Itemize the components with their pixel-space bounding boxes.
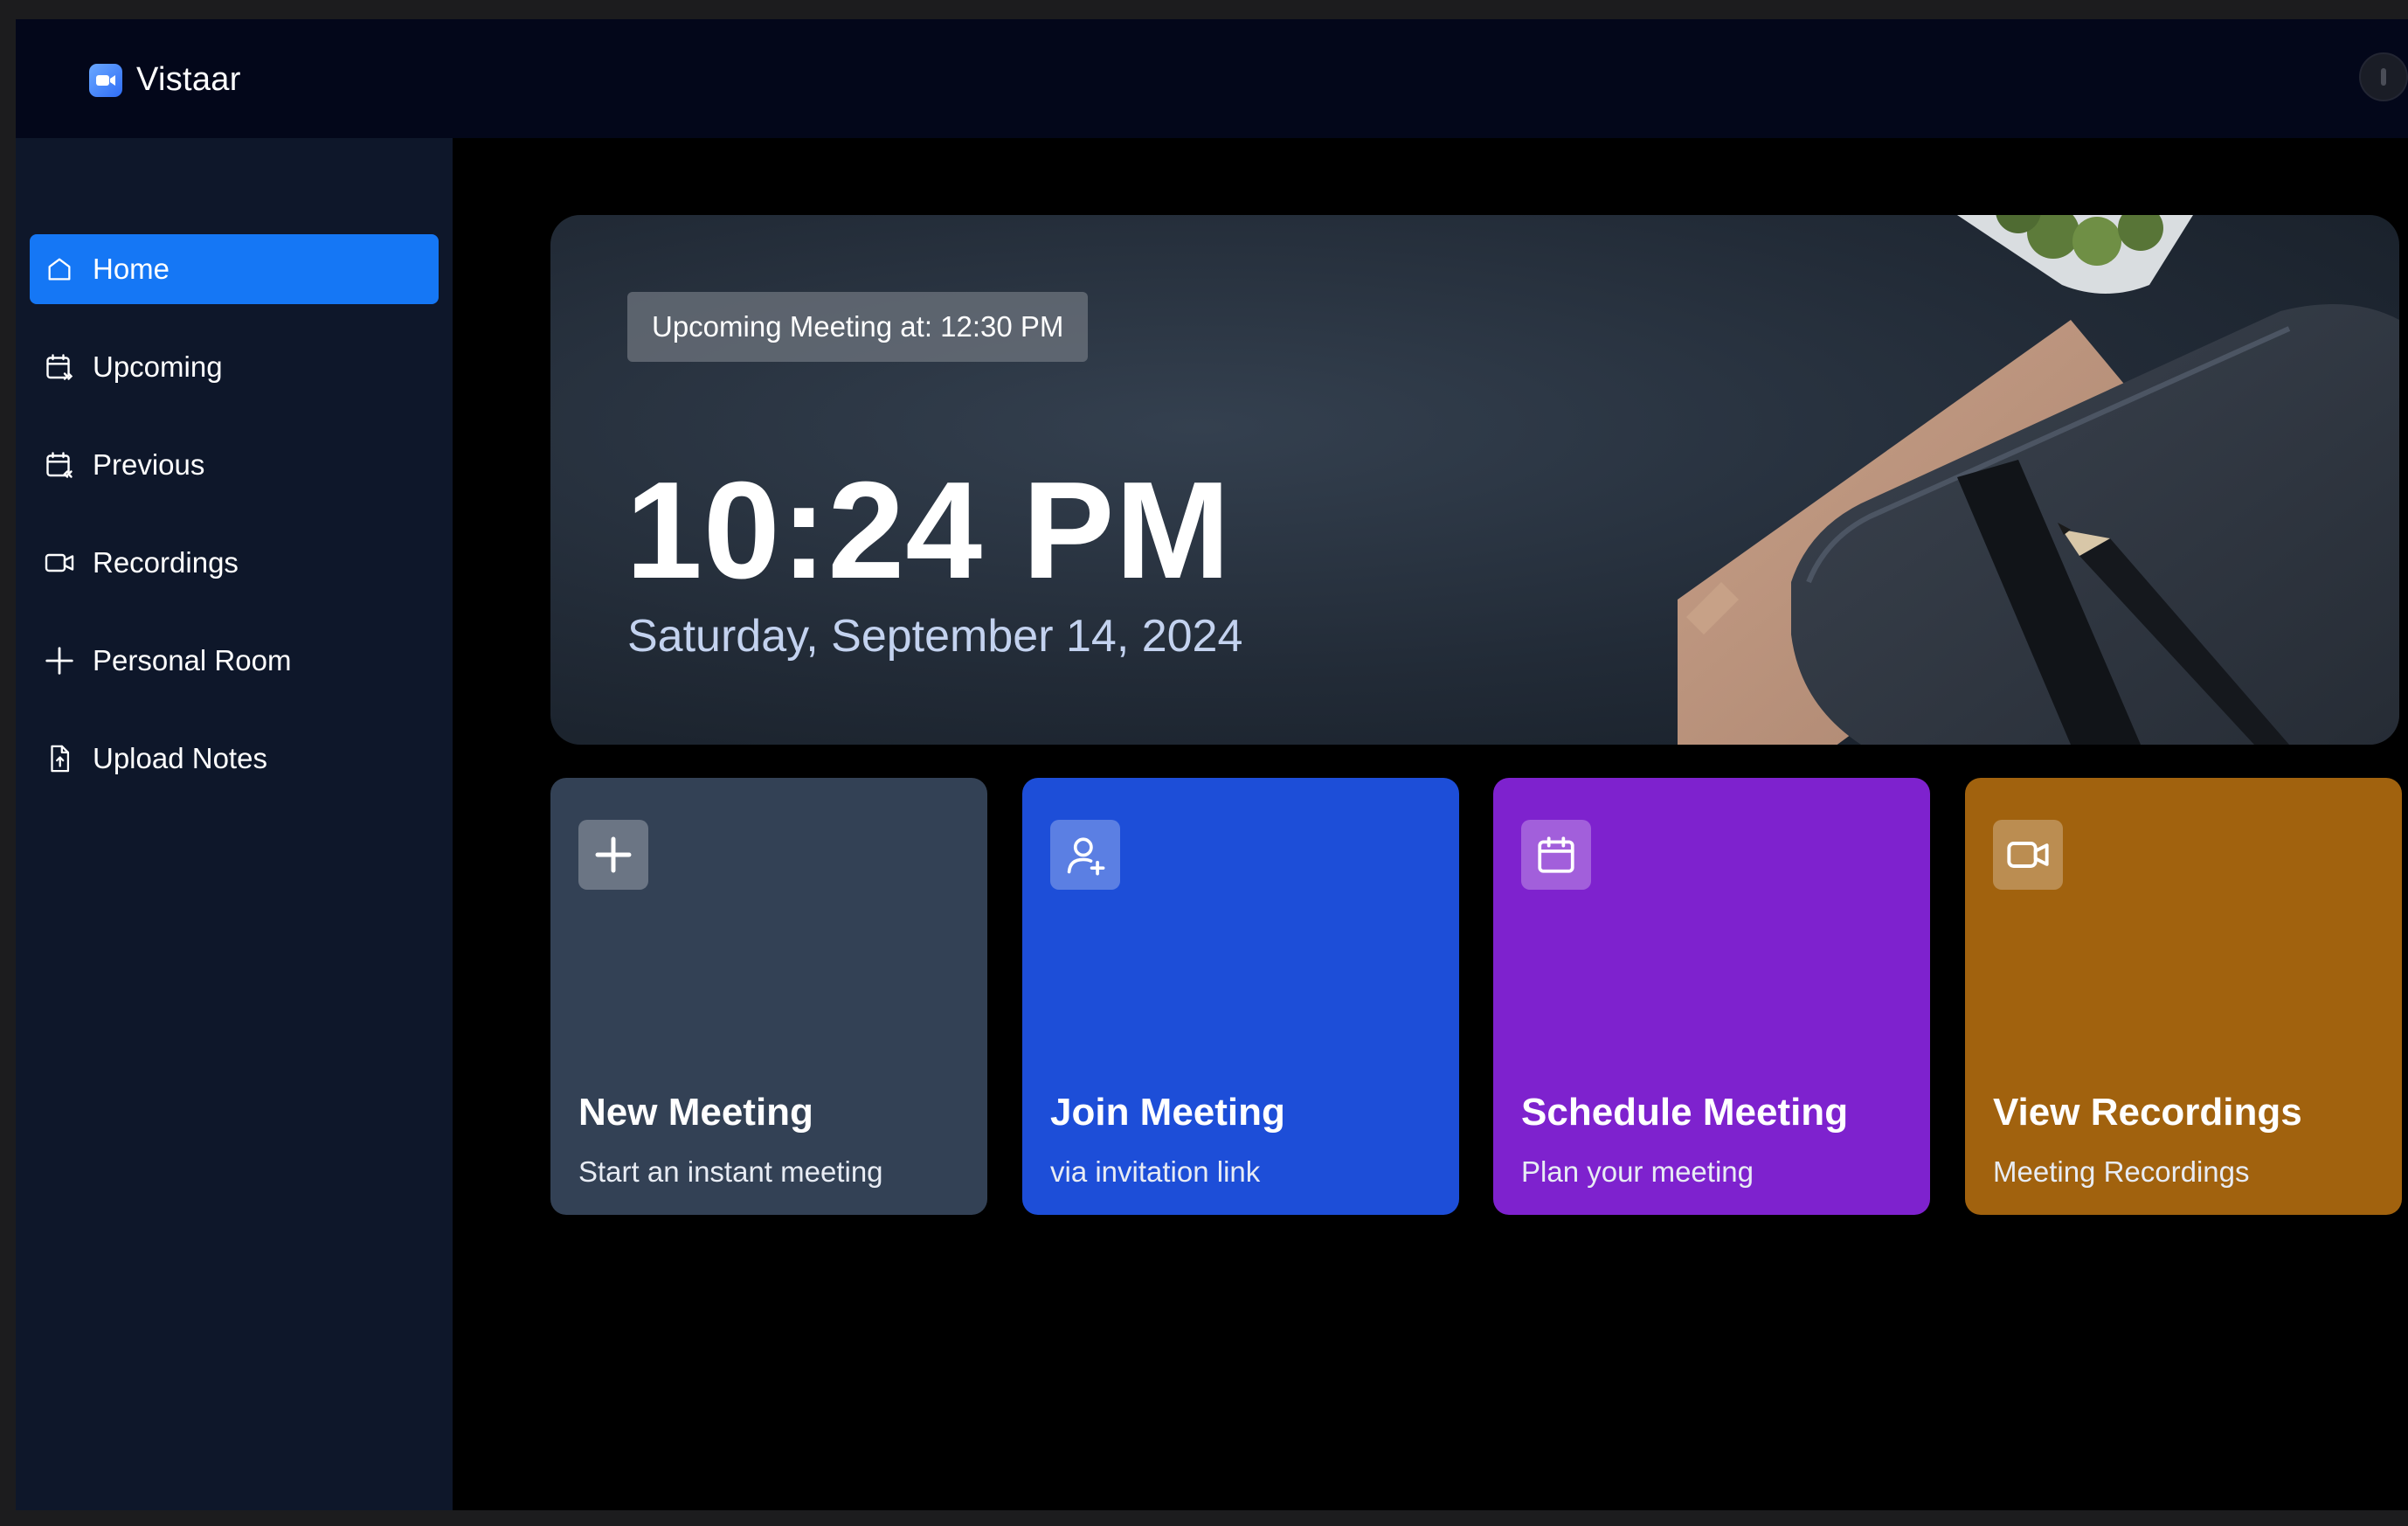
sidebar-item-upcoming[interactable]: Upcoming (30, 332, 439, 402)
user-plus-icon (1050, 820, 1120, 890)
new-meeting-card[interactable]: New Meeting Start an instant meeting (550, 778, 987, 1215)
top-bar: Vistaar (16, 19, 2408, 138)
current-time: 10:24 PM (626, 454, 1232, 607)
join-meeting-card[interactable]: Join Meeting via invitation link (1022, 778, 1459, 1215)
card-title: Join Meeting (1050, 1091, 1285, 1134)
app-name: Vistaar (136, 61, 241, 98)
card-subtitle: Plan your meeting (1521, 1155, 1754, 1188)
calendar-forward-icon (42, 350, 77, 385)
sidebar-item-upload-notes[interactable]: Upload Notes (30, 724, 439, 794)
sidebar-item-label: Upload Notes (93, 742, 267, 774)
sidebar: Home Upcoming Previous Recordings Person… (16, 138, 453, 1510)
sidebar-item-label: Upcoming (93, 350, 223, 383)
sidebar-item-home[interactable]: Home (30, 234, 439, 304)
card-subtitle: via invitation link (1050, 1155, 1261, 1188)
card-title: View Recordings (1993, 1091, 2302, 1134)
window-frame: Vistaar Home Upcoming Previous Recording… (0, 0, 2408, 1526)
card-title: New Meeting (578, 1091, 813, 1134)
brand[interactable]: Vistaar (89, 61, 241, 99)
video-logo-icon (89, 63, 122, 97)
video-icon (42, 545, 77, 580)
sidebar-item-recordings[interactable]: Recordings (30, 528, 439, 598)
plus-icon (578, 820, 648, 890)
avatar-silhouette-icon (2381, 68, 2386, 86)
upcoming-meeting-badge: Upcoming Meeting at: 12:30 PM (627, 292, 1089, 362)
user-avatar[interactable] (2359, 52, 2408, 101)
home-icon (42, 252, 77, 287)
card-subtitle: Start an instant meeting (578, 1155, 883, 1188)
app-root: Vistaar Home Upcoming Previous Recording… (16, 19, 2408, 1510)
sidebar-item-label: Home (93, 253, 170, 285)
video-icon (1993, 820, 2063, 890)
calendar-back-icon (42, 447, 77, 482)
sidebar-item-label: Personal Room (93, 644, 292, 676)
sidebar-item-label: Previous (93, 448, 205, 481)
card-title: Schedule Meeting (1521, 1091, 1849, 1134)
sidebar-item-label: Recordings (93, 546, 239, 579)
schedule-meeting-card[interactable]: Schedule Meeting Plan your meeting (1493, 778, 1930, 1215)
sidebar-item-previous[interactable]: Previous (30, 430, 439, 500)
calendar-icon (1521, 820, 1591, 890)
view-recordings-card[interactable]: View Recordings Meeting Recordings (1965, 778, 2402, 1215)
hero-banner: Upcoming Meeting at: 12:30 PM 10:24 PM S… (550, 215, 2399, 745)
sidebar-item-personal-room[interactable]: Personal Room (30, 626, 439, 696)
current-date: Saturday, September 14, 2024 (627, 611, 1243, 662)
card-subtitle: Meeting Recordings (1993, 1155, 2250, 1188)
plus-icon (42, 643, 77, 678)
file-upload-icon (42, 741, 77, 776)
